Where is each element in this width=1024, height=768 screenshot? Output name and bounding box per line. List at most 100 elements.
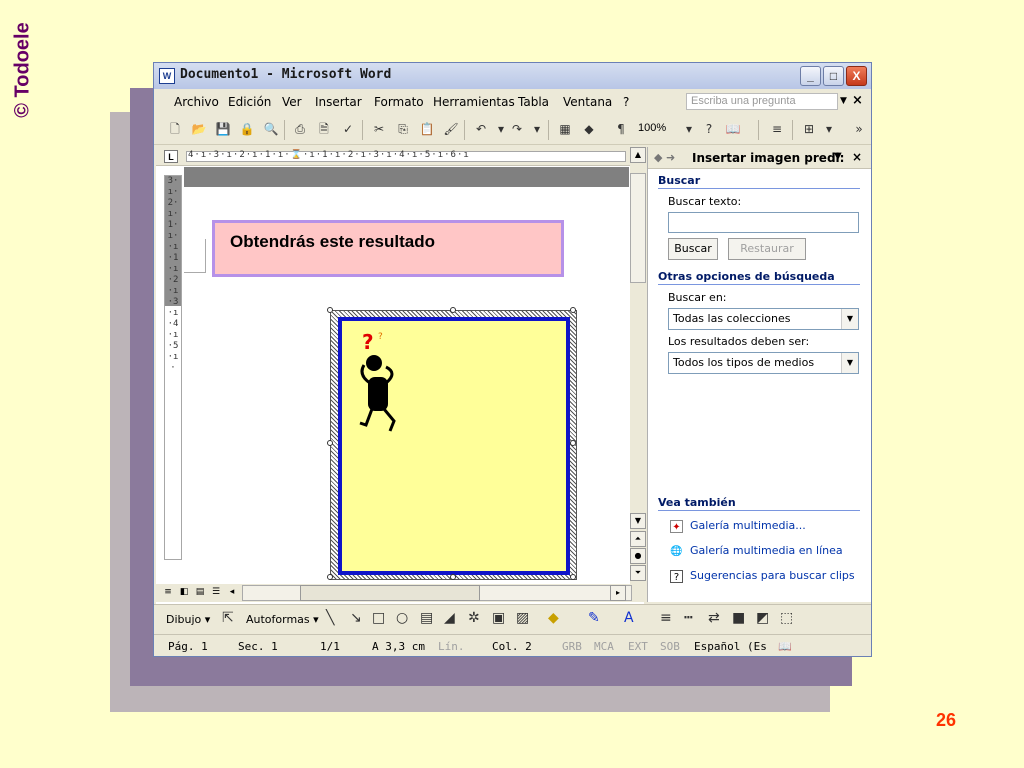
open-icon[interactable]: 📂: [190, 121, 208, 138]
picture-icon[interactable]: ▨: [516, 610, 529, 626]
task-pane-nav-icon[interactable]: ◆ ➜: [654, 151, 675, 164]
save-icon[interactable]: 💾: [214, 121, 232, 138]
scroll-right-button[interactable]: ▸: [610, 585, 626, 601]
spelling-icon[interactable]: ✓: [339, 121, 357, 138]
border-dropdown-icon[interactable]: ▾: [820, 121, 838, 138]
horizontal-ruler[interactable]: L 4·ı·3·ı·2·ı·1·ı·⌛·ı·1·ı·2·ı·3·ı·4·ı·5·…: [156, 147, 644, 166]
print-icon[interactable]: ⎙: [291, 121, 309, 138]
select-objects-icon[interactable]: ⇱: [222, 610, 234, 626]
link-media-gallery[interactable]: Galería multimedia...: [690, 519, 806, 532]
menu-ver[interactable]: Ver: [282, 95, 302, 109]
normal-view-icon[interactable]: ≡: [162, 586, 174, 598]
clipart-icon[interactable]: ▣: [492, 610, 505, 626]
search-doc-icon[interactable]: 🔍: [262, 121, 280, 138]
result-text-box[interactable]: Obtendrás este resultado: [212, 220, 564, 277]
task-pane-close-button[interactable]: ×: [852, 150, 862, 164]
arrow-style-icon[interactable]: ⇄: [708, 610, 720, 626]
draw-menu-button[interactable]: Dibujo ▾: [166, 613, 210, 626]
menu-help[interactable]: ?: [623, 95, 629, 109]
new-doc-icon[interactable]: 🗋: [166, 121, 184, 138]
restore-button[interactable]: Restaurar: [728, 238, 806, 260]
status-mca[interactable]: MCA: [594, 640, 614, 653]
resize-handle[interactable]: [327, 307, 333, 313]
scroll-up-button[interactable]: ▲: [630, 147, 646, 163]
next-page-button[interactable]: ⏷: [630, 565, 646, 581]
3d-icon[interactable]: ◩: [756, 610, 769, 626]
undo-icon[interactable]: ↶: [472, 121, 490, 138]
ask-dropdown-icon[interactable]: ▼: [840, 96, 847, 106]
line-color-icon[interactable]: ✎: [588, 610, 600, 626]
search-text-input[interactable]: [668, 212, 859, 233]
copy-icon[interactable]: ⎘: [394, 121, 412, 138]
word-app-icon[interactable]: W: [159, 68, 175, 84]
print-layout-icon[interactable]: ▤: [194, 586, 206, 598]
outline-view-icon[interactable]: ☰: [210, 586, 222, 598]
previous-page-button[interactable]: ⏶: [630, 531, 646, 547]
menu-herramientas[interactable]: Herramientas: [433, 95, 515, 109]
vertical-scroll-thumb[interactable]: [630, 173, 646, 283]
border-icon[interactable]: ⊞: [800, 121, 818, 138]
redo-dropdown-icon[interactable]: ▾: [528, 121, 546, 138]
select-browse-object-button[interactable]: ●: [630, 548, 646, 564]
table-icon[interactable]: ▦: [556, 121, 574, 138]
align-icon[interactable]: ≡: [768, 121, 786, 138]
help-icon[interactable]: ?: [700, 121, 718, 138]
status-grb[interactable]: GRB: [562, 640, 582, 653]
shadow-icon[interactable]: ■: [732, 610, 745, 626]
print-preview-icon[interactable]: 🗎: [315, 121, 333, 138]
autoshapes-menu-button[interactable]: Autoformas ▾: [246, 613, 319, 626]
zoom-dropdown-icon[interactable]: ▾: [680, 121, 698, 138]
web-view-icon[interactable]: ◧: [178, 586, 190, 598]
resize-handle[interactable]: [450, 574, 456, 580]
task-pane-menu-icon[interactable]: ▼: [834, 151, 842, 162]
close-button[interactable]: X: [846, 66, 867, 86]
rectangle-icon[interactable]: □: [372, 610, 385, 626]
select-multiple-icon[interactable]: ⬚: [780, 610, 793, 626]
paste-icon[interactable]: 📋: [418, 121, 436, 138]
line-style-icon[interactable]: ≡: [660, 610, 672, 626]
status-ext[interactable]: EXT: [628, 640, 648, 653]
line-icon[interactable]: ╲: [326, 610, 334, 626]
search-in-select[interactable]: Todas las colecciones ▼: [668, 308, 859, 330]
link-search-tips[interactable]: Sugerencias para buscar clips: [690, 569, 855, 582]
resize-handle[interactable]: [570, 307, 576, 313]
font-color-icon[interactable]: A: [624, 610, 634, 626]
paragraph-mark-icon[interactable]: ¶: [612, 121, 630, 138]
resize-handle[interactable]: [327, 440, 333, 446]
menu-formato[interactable]: Formato: [374, 95, 424, 109]
chevron-down-icon[interactable]: ▼: [841, 353, 858, 373]
clipart-frame[interactable]: ? ?: [338, 317, 570, 575]
scroll-down-button[interactable]: ▼: [630, 513, 646, 529]
link-media-gallery-online[interactable]: Galería multimedia en línea: [690, 544, 843, 557]
read-icon[interactable]: 📖: [724, 121, 742, 138]
dash-style-icon[interactable]: ┅: [684, 610, 692, 626]
menu-edicion[interactable]: Edición: [228, 95, 271, 109]
permission-icon[interactable]: 🔒: [238, 121, 256, 138]
chevron-down-icon[interactable]: ▼: [841, 309, 858, 329]
tab-selector-button[interactable]: L: [164, 150, 178, 163]
resize-handle[interactable]: [327, 574, 333, 580]
fill-color-icon[interactable]: ◆: [548, 610, 559, 626]
resize-handle[interactable]: [570, 440, 576, 446]
vertical-ruler[interactable]: 3·ı·2·ı·1·ı··ı·1·ı·2·ı·3·ı·4·ı·5·ı·: [164, 175, 182, 560]
ask-question-input[interactable]: Escriba una pregunta: [686, 93, 838, 110]
arrow-icon[interactable]: ↘: [350, 610, 362, 626]
oval-icon[interactable]: ○: [396, 610, 408, 626]
resize-handle[interactable]: [450, 307, 456, 313]
spelling-status-icon[interactable]: 📖: [778, 640, 792, 653]
scroll-left-icon[interactable]: ◂: [226, 586, 238, 598]
toolbar-options-icon[interactable]: »: [850, 121, 868, 138]
menu-archivo[interactable]: Archivo: [174, 95, 219, 109]
zoom-level[interactable]: 100%: [638, 122, 666, 134]
format-painter-icon[interactable]: 🖌: [442, 121, 460, 138]
status-sob[interactable]: SOB: [660, 640, 680, 653]
resize-handle[interactable]: [570, 574, 576, 580]
drawing-icon[interactable]: ◆: [580, 121, 598, 138]
status-language[interactable]: Español (Es: [694, 640, 767, 653]
horizontal-scroll-thumb[interactable]: [300, 585, 480, 601]
maximize-button[interactable]: □: [823, 66, 844, 86]
menu-insertar[interactable]: Insertar: [315, 95, 362, 109]
menu-tabla[interactable]: Tabla: [518, 95, 549, 109]
document-close-button[interactable]: ×: [852, 93, 863, 108]
menu-ventana[interactable]: Ventana: [563, 95, 612, 109]
